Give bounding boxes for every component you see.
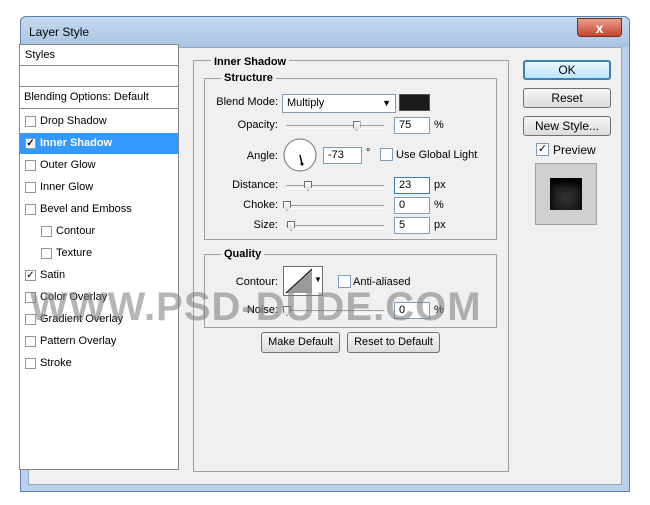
chevron-down-icon: ▼ <box>382 98 391 108</box>
style-item[interactable]: ✓ Satin <box>20 265 178 286</box>
preview-swatch <box>550 178 582 210</box>
choke-label: Choke: <box>243 199 278 211</box>
style-item-label: Texture <box>56 247 93 259</box>
style-item[interactable]: Bevel and Emboss <box>20 199 178 220</box>
style-item[interactable]: Pattern Overlay <box>20 331 178 352</box>
watermark: WWW.PSD-DUDE.COM <box>30 285 482 329</box>
style-item-checkbox[interactable] <box>41 226 52 237</box>
distance-label: Distance: <box>232 179 278 191</box>
distance-input[interactable]: 23 <box>394 177 430 194</box>
reset-to-default-button[interactable]: Reset to Default <box>347 332 440 353</box>
preview-label: Preview <box>553 143 596 157</box>
make-default-button[interactable]: Make Default <box>261 332 340 353</box>
checkmark-icon: ✓ <box>537 143 548 155</box>
preview-thumbnail <box>535 163 597 225</box>
styles-list: Styles Blending Options: Default Drop Sh… <box>19 44 179 470</box>
preview-checkbox[interactable]: ✓ <box>536 143 549 156</box>
new-style-button[interactable]: New Style... <box>523 116 611 136</box>
style-item-label: Outer Glow <box>40 159 96 171</box>
size-slider[interactable] <box>286 225 384 229</box>
use-global-light-checkbox[interactable] <box>380 148 393 161</box>
style-item[interactable]: Contour <box>20 221 178 242</box>
style-item-checkbox[interactable] <box>25 336 36 347</box>
style-item-label: Drop Shadow <box>40 115 107 127</box>
style-item-checkbox[interactable] <box>25 204 36 215</box>
angle-label: Angle: <box>246 150 278 162</box>
inner-shadow-title: Inner Shadow <box>211 56 290 68</box>
reset-button[interactable]: Reset <box>523 88 611 108</box>
opacity-unit: % <box>434 119 444 131</box>
size-unit: px <box>434 219 446 231</box>
title-bar[interactable]: Layer Style x <box>21 17 629 47</box>
close-button[interactable]: x <box>577 18 622 37</box>
style-item[interactable]: Texture <box>20 243 178 264</box>
angle-input[interactable]: -73 <box>323 147 362 164</box>
style-item[interactable]: ✓ Inner Shadow <box>20 133 178 154</box>
distance-slider[interactable] <box>286 185 384 189</box>
style-item-checkbox[interactable] <box>25 116 36 127</box>
size-input[interactable]: 5 <box>394 217 430 234</box>
style-item-label: Inner Shadow <box>40 137 113 149</box>
ok-button[interactable]: OK <box>523 60 611 80</box>
angle-dial-icon <box>283 138 317 172</box>
choke-input[interactable]: 0 <box>394 197 430 214</box>
quality-title: Quality <box>221 248 265 260</box>
blend-color-swatch[interactable] <box>399 94 430 111</box>
angle-dial[interactable] <box>283 138 317 172</box>
style-item-label: Stroke <box>40 357 72 369</box>
window-title: Layer Style <box>29 25 90 39</box>
structure-title: Structure <box>221 72 276 84</box>
blend-mode-value: Multiply <box>287 97 325 109</box>
blending-options-item[interactable]: Blending Options: Default <box>20 86 178 109</box>
size-label: Size: <box>253 219 278 231</box>
style-item-label: Contour <box>56 225 96 237</box>
style-item-checkbox[interactable] <box>25 160 36 171</box>
choke-unit: % <box>434 199 444 211</box>
opacity-label: Opacity: <box>237 119 278 131</box>
close-icon: x <box>595 20 604 36</box>
chevron-down-icon: ▼ <box>314 275 322 284</box>
style-item-checkbox[interactable]: ✓ <box>25 270 36 281</box>
choke-slider[interactable] <box>286 205 384 209</box>
style-item[interactable]: Inner Glow <box>20 177 178 198</box>
style-item-label: Pattern Overlay <box>40 335 117 347</box>
style-item-checkbox[interactable] <box>25 358 36 369</box>
style-item-checkbox[interactable] <box>25 182 36 193</box>
styles-header[interactable]: Styles <box>20 45 178 66</box>
blend-mode-label: Blend Mode: <box>216 96 278 108</box>
blending-options-label: Blending Options: Default <box>24 91 149 103</box>
style-item[interactable]: Outer Glow <box>20 155 178 176</box>
style-item-label: Satin <box>40 269 66 281</box>
angle-unit: ° <box>366 147 371 159</box>
style-item-checkbox[interactable] <box>41 248 52 259</box>
style-item-checkbox[interactable]: ✓ <box>25 138 36 149</box>
opacity-input[interactable]: 75 <box>394 117 430 134</box>
use-global-light-label: Use Global Light <box>396 149 478 161</box>
style-item[interactable]: Stroke <box>20 353 178 374</box>
distance-unit: px <box>434 179 446 191</box>
style-item-label: Inner Glow <box>40 181 94 193</box>
blend-mode-select[interactable]: Multiply ▼ <box>282 94 396 113</box>
style-item[interactable]: Drop Shadow <box>20 111 178 132</box>
opacity-slider[interactable] <box>286 125 384 129</box>
styles-header-label: Styles <box>25 49 55 61</box>
style-item-label: Bevel and Emboss <box>40 203 132 215</box>
